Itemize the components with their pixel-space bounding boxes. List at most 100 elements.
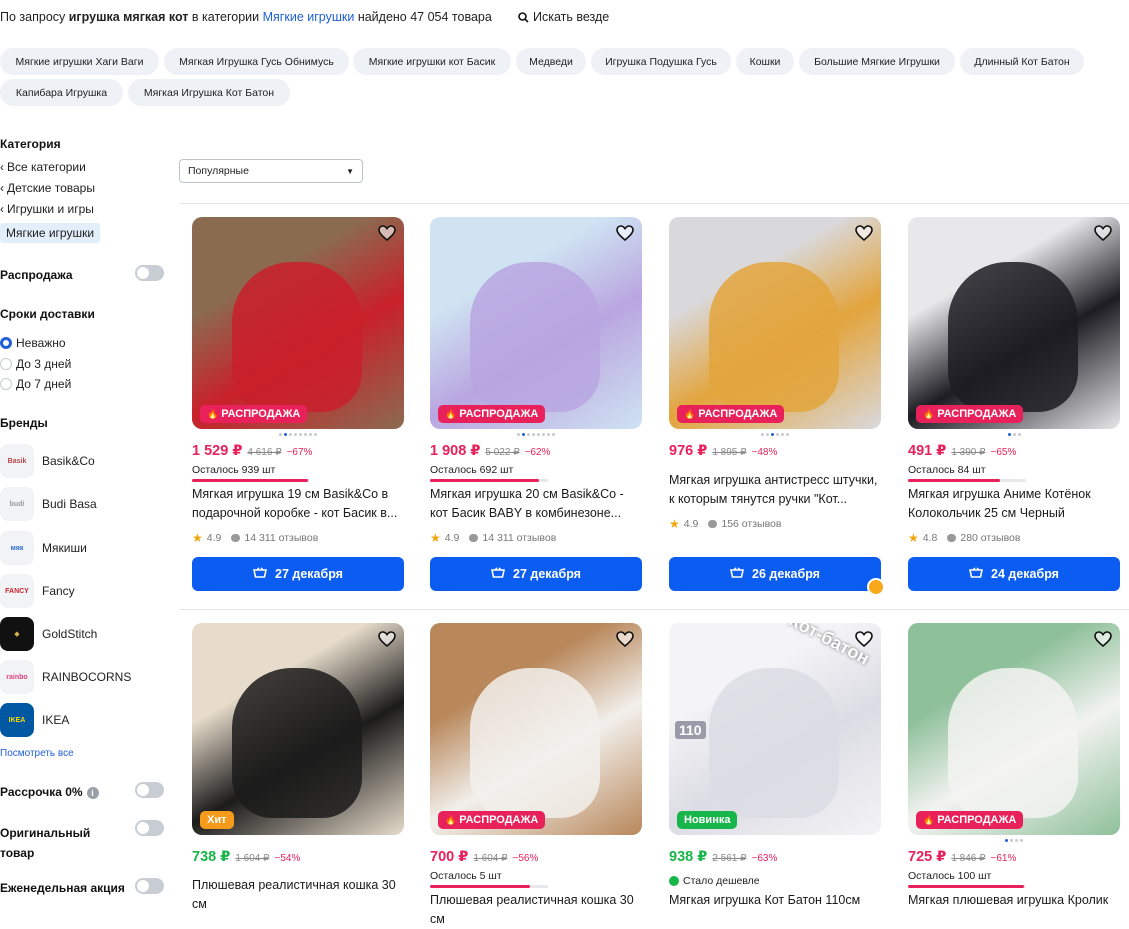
delivery-date-button[interactable]: 27 декабря xyxy=(430,557,642,591)
product-title[interactable]: Плюшевая реалистичная кошка 30 см xyxy=(192,876,404,914)
stock-bar xyxy=(192,479,310,482)
pagination-dot[interactable] xyxy=(1007,433,1011,436)
pagination-dot[interactable] xyxy=(1010,839,1013,842)
pagination-dot[interactable] xyxy=(309,433,312,436)
pagination-dot[interactable] xyxy=(314,433,317,436)
product-title[interactable]: Мягкая игрушка антистресс штучки, к кото… xyxy=(669,471,881,509)
favorite-heart-icon[interactable] xyxy=(1093,223,1113,243)
pagination-dot[interactable] xyxy=(294,433,297,436)
product-image[interactable]: 🔥 РАСПРОДАЖА xyxy=(908,623,1120,835)
pagination-dot[interactable] xyxy=(771,433,774,436)
pagination-dot[interactable] xyxy=(786,433,789,436)
installment-toggle[interactable] xyxy=(135,782,164,798)
pagination-dot[interactable] xyxy=(532,433,535,436)
brand-item[interactable]: Basik Basik&Co xyxy=(0,444,95,478)
product-image[interactable]: 🔥 РАСПРОДАЖА xyxy=(192,217,404,429)
product-title[interactable]: Мягкая игрушка Аниме Котёнок Колокольчик… xyxy=(908,485,1120,523)
info-icon[interactable]: i xyxy=(86,786,99,799)
price-current: 1 529 ₽ xyxy=(192,443,243,459)
brand-item[interactable]: FANCY Fancy xyxy=(0,574,75,608)
product-card[interactable]: 🔥 РАСПРОДАЖА 1 908 ₽ 5 022 ₽ −62% Осталось 69… xyxy=(430,217,643,591)
pagination-dot[interactable] xyxy=(1020,839,1023,842)
product-image[interactable]: Кот-батон 110 Новинка xyxy=(669,623,881,835)
product-title[interactable]: Мягкая игрушка Кот Батон 110см xyxy=(669,891,881,929)
chip[interactable]: Мягкие игрушки кот Басик xyxy=(353,48,511,75)
product-card[interactable]: 🔥 РАСПРОДАЖА 1 529 ₽ 4 616 ₽ −67% Осталось 93… xyxy=(192,217,405,591)
product-card[interactable]: Хит 738 ₽ 1 604 ₽ −54% Плюшевая реалистичная… xyxy=(192,623,405,911)
favorite-heart-icon[interactable] xyxy=(377,629,397,649)
delivery-date-button[interactable]: 27 декабря xyxy=(192,557,404,591)
sort-select[interactable]: Популярные ▼ xyxy=(179,159,363,183)
sale-toggle[interactable] xyxy=(135,265,164,281)
favorite-heart-icon[interactable] xyxy=(377,223,397,243)
search-everywhere-link[interactable]: Искать везде xyxy=(518,10,609,24)
delivery-option-7-days[interactable]: До 7 дней xyxy=(0,374,71,394)
product-image[interactable]: 🔥 РАСПРОДАЖА xyxy=(908,217,1120,429)
product-card[interactable]: Кот-батон 110 Новинка 938 ₽2 561 ₽ −63% Стало… xyxy=(669,623,882,907)
product-title[interactable]: Мягкая игрушка 20 см Basik&Co - кот Баси… xyxy=(430,485,642,523)
pagination-dot[interactable] xyxy=(761,433,764,436)
favorite-heart-icon[interactable] xyxy=(615,223,635,243)
pagination-dot[interactable] xyxy=(304,433,307,436)
product-card[interactable]: 🔥 РАСПРОДАЖА 700 ₽ 1 604 ₽ −56% Осталось 5 шт… xyxy=(430,623,643,926)
favorite-heart-icon[interactable] xyxy=(1093,629,1113,649)
chip[interactable]: Длинный Кот Батон xyxy=(960,48,1084,75)
chip[interactable]: Мягкие игрушки Хаги Ваги xyxy=(0,48,159,75)
pagination-dot[interactable] xyxy=(299,433,302,436)
category-link-toys[interactable]: ‹ Игрушки и игры xyxy=(0,202,94,216)
product-image[interactable]: Хит xyxy=(192,623,404,835)
chip[interactable]: Мягкая Игрушка Кот Батон xyxy=(128,79,290,106)
pagination-dot[interactable] xyxy=(289,433,292,436)
pagination-dot[interactable] xyxy=(1015,839,1018,842)
brand-item[interactable]: budi Budi Basa xyxy=(0,487,97,521)
pagination-dot[interactable] xyxy=(517,433,520,436)
chip[interactable]: Медведи xyxy=(516,48,586,75)
product-title[interactable]: Мягкая плюшевая игрушка Кролик xyxy=(908,891,1120,929)
pagination-dot[interactable] xyxy=(279,433,282,436)
pagination-dot[interactable] xyxy=(547,433,550,436)
pagination-dot[interactable] xyxy=(1017,433,1021,436)
delivery-option-3-days[interactable]: До 3 дней xyxy=(0,354,71,374)
product-image[interactable]: 🔥 РАСПРОДАЖА xyxy=(430,623,642,835)
favorite-heart-icon[interactable] xyxy=(615,629,635,649)
chip[interactable]: Большие Мягкие Игрушки xyxy=(799,48,955,75)
product-card[interactable]: 🔥 РАСПРОДАЖА 976 ₽ 1 895 ₽ −48% Мягкая игрушк… xyxy=(669,217,882,591)
pagination-dot[interactable] xyxy=(1005,839,1008,842)
chip[interactable]: Капибара Игрушка xyxy=(0,79,123,106)
delivery-option-any[interactable]: Неважно xyxy=(0,333,66,353)
brand-item[interactable]: IKEA IKEA xyxy=(0,703,69,737)
chip[interactable]: Кошки xyxy=(736,48,794,75)
summary-category-link[interactable]: Мягкие игрушки xyxy=(263,10,355,24)
favorite-heart-icon[interactable] xyxy=(854,223,874,243)
delivery-date-button[interactable]: 24 декабря xyxy=(908,557,1120,591)
pagination-dot[interactable] xyxy=(542,433,545,436)
brand-item[interactable]: rainbo RAINBOCORNS xyxy=(0,660,131,694)
category-active[interactable]: Мягкие игрушки xyxy=(0,223,101,243)
pagination-dot[interactable] xyxy=(527,433,530,436)
category-link-all[interactable]: ‹ Все категории xyxy=(0,160,86,174)
chip[interactable]: Игрушка Подушка Гусь xyxy=(591,48,731,75)
pagination-dot[interactable] xyxy=(1012,433,1016,436)
product-title[interactable]: Плюшевая реалистичная кошка 30 см xyxy=(430,891,642,929)
pagination-dot[interactable] xyxy=(537,433,540,436)
delivery-date-button[interactable]: 26 декабря xyxy=(669,557,881,591)
pagination-dot[interactable] xyxy=(552,433,555,436)
pagination-dot[interactable] xyxy=(522,433,525,436)
favorite-heart-icon[interactable] xyxy=(854,629,874,649)
pagination-dot[interactable] xyxy=(776,433,779,436)
product-card[interactable]: 🔥 РАСПРОДАЖА 725 ₽ 1 846 ₽ −61% Осталось 100 … xyxy=(908,623,1121,907)
brand-item[interactable]: мяк Мякиши xyxy=(0,531,87,565)
see-all-brands-link[interactable]: Посмотреть все xyxy=(0,748,74,759)
product-title[interactable]: Мягкая игрушка 19 см Basik&Co в подарочн… xyxy=(192,485,404,523)
pagination-dot[interactable] xyxy=(284,433,287,436)
product-image[interactable]: 🔥 РАСПРОДАЖА xyxy=(669,217,881,429)
product-image[interactable]: 🔥 РАСПРОДАЖА xyxy=(430,217,642,429)
product-card[interactable]: 🔥 РАСПРОДАЖА 491 ₽ 1 390 ₽ −65% Осталось 84 ш… xyxy=(908,217,1121,591)
chip[interactable]: Мягкая Игрушка Гусь Обнимусь xyxy=(164,48,349,75)
brand-item[interactable]: ◆ GoldStitch xyxy=(0,617,97,651)
category-link-kids[interactable]: ‹ Детские товары xyxy=(0,181,95,195)
pagination-dot[interactable] xyxy=(781,433,784,436)
original-toggle[interactable] xyxy=(135,820,164,836)
weekly-toggle[interactable] xyxy=(135,878,164,894)
pagination-dot[interactable] xyxy=(766,433,769,436)
